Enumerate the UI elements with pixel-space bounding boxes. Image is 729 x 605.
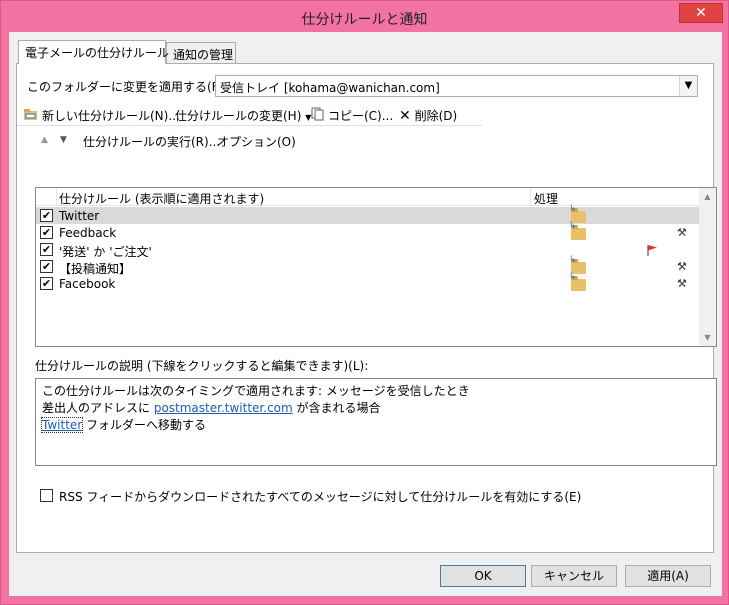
scroll-down-icon[interactable]: ▼ [699,329,716,346]
rss-rules-checkbox[interactable] [40,489,53,502]
rules-list[interactable]: 仕分けルール (表示順に適用されます) 処理 ✔ Twitter ↳ ✔ Fee… [35,187,717,347]
flag-icon [647,245,657,256]
description-line-1: この仕分けルールは次のタイミングで適用されます: メッセージを受信したとき [42,384,470,398]
rule-row-post-notify[interactable]: ✔ 【投稿通知】 ↳ ⚒ [36,256,699,276]
toolbar-divider [17,125,483,126]
rule-row-twitter[interactable]: ✔ Twitter ↳ [36,205,699,224]
ok-button[interactable]: OK [440,565,526,587]
rule-checkbox[interactable]: ✔ [40,260,53,273]
rules-list-header: 仕分けルール (表示順に適用されます) 処理 [36,188,699,206]
delete-label: 削除(D) [414,109,458,123]
cancel-button[interactable]: キャンセル [531,565,617,587]
rule-name: Facebook [59,277,116,291]
move-up-icon[interactable]: ▲ [41,135,48,145]
description-line-2: 差出人のアドレスに postmaster.twitter.com が含まれる場合 [42,399,381,416]
description-line-2-suffix: が含まれる場合 [292,401,381,415]
tab-manage-alerts[interactable]: 通知の管理 [166,42,236,64]
description-line-3-suffix: フォルダーへ移動する [82,418,207,432]
rules-list-scrollbar[interactable]: ▲ ▼ [699,188,716,346]
scroll-up-icon[interactable]: ▲ [699,188,716,205]
rule-row-facebook[interactable]: ✔ Facebook ↳ ⚒ [36,273,699,292]
tools-icon: ⚒ [677,226,687,239]
new-rule-label: 新しい仕分けルール(N)... [42,109,180,123]
move-down-icon[interactable]: ▼ [60,135,67,145]
sender-address-link[interactable]: postmaster.twitter.com [154,401,293,415]
description-line-2-prefix: 差出人のアドレスに [42,401,154,415]
change-rule-label: 仕分けルールの変更(H) [175,109,302,123]
tools-icon: ⚒ [677,260,687,273]
copy-icon [311,107,324,121]
tab-email-rules[interactable]: 電子メールの仕分けルール [18,40,169,64]
new-rule-icon [24,109,37,120]
rule-checkbox[interactable]: ✔ [40,226,53,239]
tools-icon: ⚒ [677,277,687,290]
run-rules-button[interactable]: 仕分けルールの実行(R)... [83,133,220,150]
rule-description-box: この仕分けルールは次のタイミングで適用されます: メッセージを受信したとき 差出… [35,378,717,466]
rule-checkbox[interactable]: ✔ [40,243,53,256]
rule-name: Feedback [59,226,117,240]
close-icon[interactable]: ✕ [679,3,723,23]
move-to-folder-icon: ↳ [569,222,586,240]
rule-row-feedback[interactable]: ✔ Feedback ↳ ⚒ [36,222,699,241]
delete-icon: ✕ [399,108,411,124]
rss-rules-label[interactable]: RSS フィードからダウンロードされたすべてのメッセージに対して仕分けルールを有… [59,488,581,505]
copy-label: コピー(C)... [328,109,394,123]
rule-name: Twitter [59,209,100,223]
header-separator [56,188,57,206]
target-folder-link[interactable]: Twitter [40,417,84,433]
rule-row-shipping-order[interactable]: ✔ '発送' か 'ご注文' [36,241,699,259]
apply-button[interactable]: 適用(A) [625,565,711,587]
email-rules-page: このフォルダーに変更を適用する(F): 受信トレイ [kohama@wanich… [16,63,717,553]
apply-folder-label: このフォルダーに変更を適用する(F): [27,80,228,94]
rules-dialog-window: 仕分けルールと通知 ✕ 電子メールの仕分けルール 通知の管理 このフォルダーに変… [0,0,729,605]
header-separator [530,188,531,206]
dialog-client: 電子メールの仕分けルール 通知の管理 このフォルダーに変更を適用する(F): 受… [9,32,722,596]
window-title: 仕分けルールと通知 [301,12,428,28]
title-bar: 仕分けルールと通知 ✕ [1,1,728,32]
rule-checkbox[interactable]: ✔ [40,209,53,222]
delete-rule-button[interactable]: ✕ 削除(D) [399,107,457,124]
chevron-down-icon[interactable]: ▼ [679,76,697,96]
rule-checkbox[interactable]: ✔ [40,277,53,290]
column-rule[interactable]: 仕分けルール (表示順に適用されます) [59,190,264,207]
change-rule-button[interactable]: 仕分けルールの変更(H) ▼ [175,107,311,124]
move-to-folder-icon: ↳ [569,273,586,291]
apply-folder-select[interactable]: 受信トレイ [kohama@wanichan.com] ▼ [215,75,698,97]
column-action[interactable]: 処理 [534,190,558,207]
apply-folder-value: 受信トレイ [kohama@wanichan.com] [220,81,440,95]
rule-description-label: 仕分けルールの説明 (下線をクリックすると編集できます)(L): [35,359,369,373]
description-line-3: Twitter フォルダーへ移動する [40,416,207,433]
options-button[interactable]: オプション(O) [217,133,296,150]
